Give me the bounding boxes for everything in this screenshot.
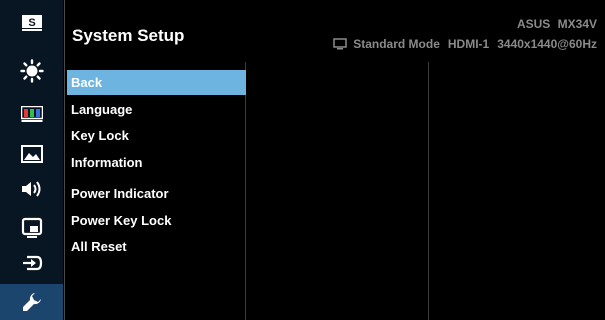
- sidebar-item-bluelight[interactable]: [0, 54, 63, 88]
- model-name: ASUS MX34V: [516, 17, 597, 31]
- status-input: HDMI-1: [447, 37, 490, 51]
- sidebar: S: [0, 0, 63, 320]
- menu-item-back[interactable]: Back: [67, 70, 246, 95]
- monitor-icon: [333, 38, 347, 50]
- menu-item-power-key-lock[interactable]: Power Key Lock: [67, 208, 246, 233]
- splendid-s-icon: S: [21, 15, 42, 31]
- pip-icon: [21, 217, 42, 238]
- menu-item-power-indicator[interactable]: Power Indicator: [67, 181, 246, 206]
- color-bars-icon: [20, 106, 43, 122]
- svg-text:S: S: [28, 17, 35, 29]
- sound-icon: [21, 181, 40, 197]
- wrench-icon: [22, 293, 41, 311]
- sidebar-item-splendid[interactable]: S: [0, 6, 63, 40]
- osd-screen: S System Setup ASUS MX34V Standard Mode …: [0, 0, 605, 320]
- sidebar-item-system[interactable]: [0, 284, 63, 320]
- image-icon: [20, 145, 43, 163]
- sidebar-item-input[interactable]: [0, 246, 63, 280]
- status-bar: Standard Mode HDMI-1 3440x1440@60Hz: [333, 37, 597, 51]
- bluelight-icon: [19, 59, 44, 83]
- sidebar-item-sound[interactable]: [0, 172, 63, 206]
- sidebar-item-color[interactable]: [0, 97, 63, 131]
- menu-item-information[interactable]: Information: [67, 150, 246, 175]
- menu-item-language[interactable]: Language: [67, 97, 246, 122]
- column-divider-2: [428, 62, 429, 320]
- menu-item-key-lock[interactable]: Key Lock: [67, 123, 246, 148]
- page-title: System Setup: [72, 26, 185, 45]
- menu-item-all-reset[interactable]: All Reset: [67, 234, 246, 259]
- sidebar-item-image[interactable]: [0, 137, 63, 171]
- sidebar-item-pip[interactable]: [0, 211, 63, 245]
- status-mode: Standard Mode: [353, 37, 440, 51]
- status-resolution: 3440x1440@60Hz: [497, 37, 597, 51]
- rail-divider: [64, 0, 65, 320]
- input-select-icon: [22, 255, 42, 271]
